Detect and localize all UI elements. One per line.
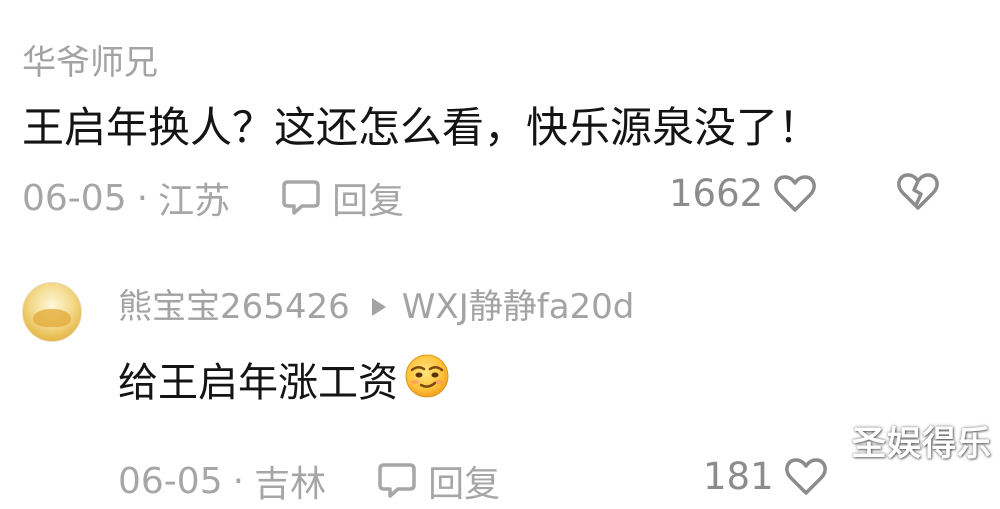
comment-username[interactable]: 华爷师兄	[22, 40, 982, 86]
comment-item: 华爷师兄 王启年换人？这还怎么看，快乐源泉没了！ 06-05 · 江苏 回复 1…	[22, 40, 982, 226]
reply-location: 吉林	[254, 464, 327, 505]
broken-heart-icon	[897, 173, 939, 210]
reply-date: 06-05	[118, 460, 223, 502]
comment-meta-left: 06-05 · 江苏 回复	[22, 172, 404, 224]
dislike-group	[896, 172, 940, 212]
like-group: 1662	[669, 172, 817, 215]
reply-username[interactable]: 熊宝宝265426	[118, 284, 350, 330]
reply-to-username[interactable]: WXJ静静fa20d	[402, 284, 635, 330]
reply-header: 熊宝宝265426 WXJ静静fa20d	[118, 284, 978, 330]
avatar-image	[33, 309, 71, 327]
heart-outline-icon	[784, 457, 827, 495]
like-count: 181	[703, 455, 774, 498]
reply-button[interactable]: 回复	[376, 455, 500, 507]
like-group: 181	[703, 455, 828, 498]
reply-button-label: 回复	[332, 181, 405, 222]
reply-content[interactable]: 给王启年涨工资	[118, 350, 978, 415]
like-count: 1662	[669, 172, 764, 215]
reply-content-text: 给王启年涨工资	[118, 359, 398, 406]
reply-body: 熊宝宝265426 WXJ静静fa20d 给王启年涨工资 06-05 · 吉林 …	[118, 284, 978, 509]
meta-separator: ·	[136, 177, 149, 219]
avatar[interactable]	[22, 282, 82, 342]
comment-content[interactable]: 王启年换人？这还怎么看，快乐源泉没了！	[22, 100, 982, 156]
smirk-emoji-icon	[402, 350, 452, 415]
chat-bubble-icon	[378, 463, 416, 498]
reply-meta-left: 06-05 · 吉林 回复	[118, 455, 500, 507]
play-triangle-icon	[371, 298, 386, 316]
like-button[interactable]	[784, 457, 828, 497]
chat-bubble-icon	[282, 180, 320, 215]
reply-meta: 06-05 · 吉林 回复 181	[118, 449, 978, 509]
reply-button[interactable]: 回复	[280, 172, 404, 224]
comment-meta: 06-05 · 江苏 回复 1662	[22, 166, 982, 226]
comment-location: 江苏	[158, 181, 231, 222]
heart-outline-icon	[774, 174, 817, 212]
dislike-button[interactable]	[896, 172, 940, 212]
like-button[interactable]	[773, 174, 817, 214]
meta-separator: ·	[232, 460, 245, 502]
watermark: 圣娱得乐	[852, 424, 992, 464]
reply-button-label: 回复	[428, 464, 501, 505]
comment-date: 06-05	[22, 177, 127, 219]
